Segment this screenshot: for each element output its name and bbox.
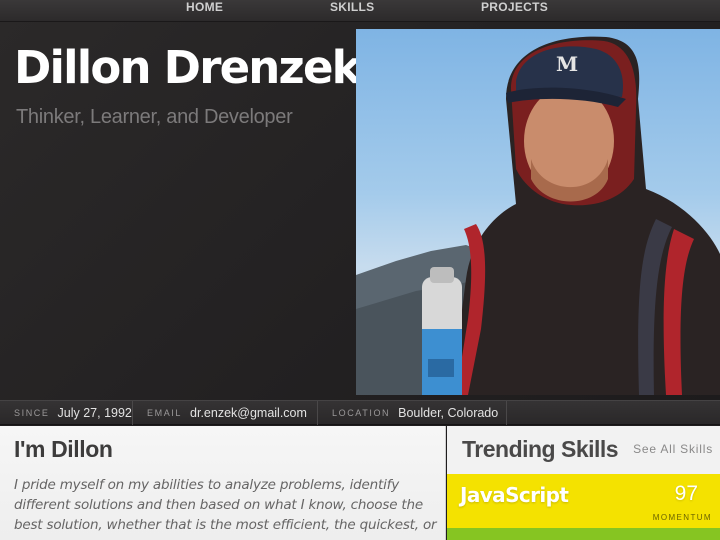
email-value[interactable]: dr.enzek@gmail.com — [190, 406, 307, 420]
profile-photo: M — [356, 29, 720, 395]
hero-name: Dillon Drenzek — [14, 41, 362, 94]
about-text: I pride myself on my abilities to analyz… — [14, 477, 437, 533]
info-location: LOCATION Boulder, Colorado — [318, 401, 507, 425]
trending-skills-section: Trending Skills See All Skills JavaScrip… — [447, 426, 720, 540]
about-title: I'm Dillon — [14, 436, 113, 462]
profile-photo-illustration: M — [356, 36, 720, 395]
location-label: LOCATION — [332, 408, 391, 418]
since-label: SINCE — [14, 408, 50, 418]
nav-home-link[interactable]: HOME — [186, 0, 223, 16]
svg-text:M: M — [556, 52, 578, 76]
nav-skills-link[interactable]: SKILLS — [330, 0, 374, 16]
skill-metric-label: MOMENTUM — [652, 513, 712, 522]
top-navigation: HOME SKILLS PROJECTS — [0, 0, 720, 22]
skill-card-next[interactable] — [447, 528, 720, 540]
email-label: EMAIL — [147, 408, 183, 418]
hero-tagline: Thinker, Learner, and Developer — [16, 106, 293, 128]
about-section: I'm Dillon I pride myself on my abilitie… — [0, 426, 446, 540]
nav-projects-link[interactable]: PROJECTS — [481, 0, 548, 16]
info-since: SINCE July 27, 1992 — [0, 401, 133, 425]
info-bar: SINCE July 27, 1992 EMAIL dr.enzek@gmail… — [0, 400, 720, 425]
trending-title: Trending Skills — [462, 436, 619, 462]
see-all-skills-link[interactable]: See All Skills — [633, 442, 713, 456]
skill-name: JavaScript — [460, 483, 569, 507]
info-email: EMAIL dr.enzek@gmail.com — [133, 401, 318, 425]
location-value: Boulder, Colorado — [398, 406, 499, 420]
since-value: July 27, 1992 — [57, 406, 132, 420]
skill-card-javascript[interactable]: JavaScript 97 MOMENTUM — [447, 474, 720, 528]
skill-momentum-value: 97 — [674, 482, 698, 505]
